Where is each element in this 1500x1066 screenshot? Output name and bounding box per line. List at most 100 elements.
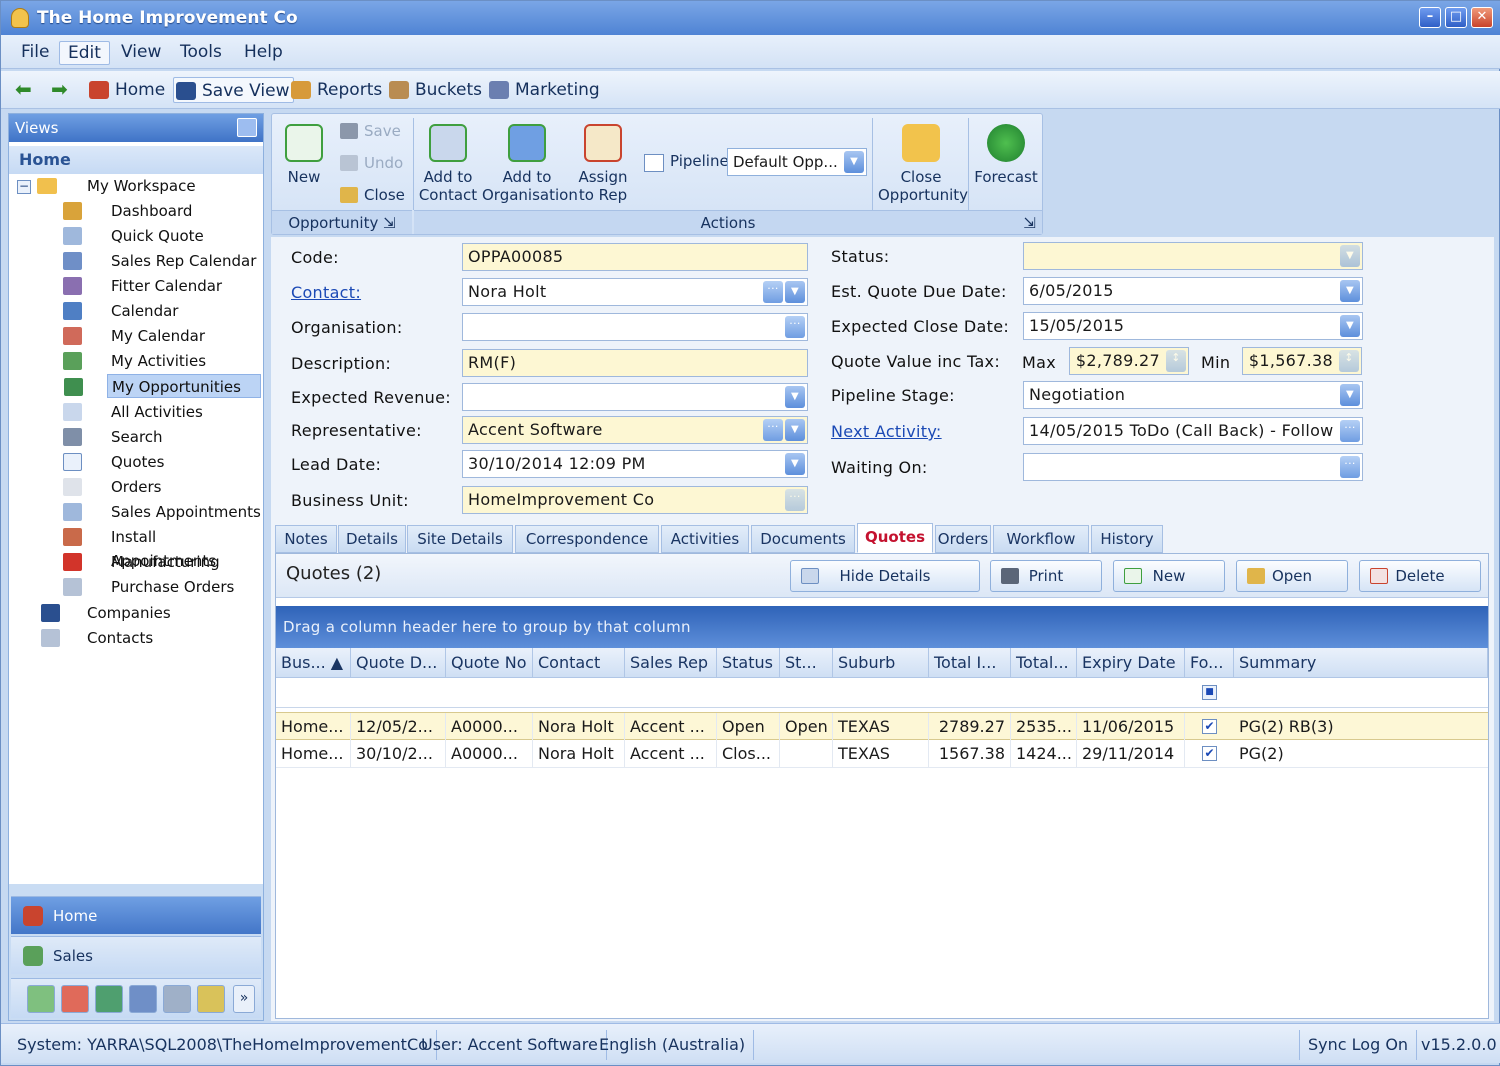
tab-history[interactable]: History	[1091, 525, 1163, 553]
ribbon-assign-to-rep-button[interactable]: Assign to Rep	[576, 124, 630, 204]
ellipsis-icon[interactable]: ···	[1340, 420, 1360, 442]
column-business-unit[interactable]: Bus... ▲	[276, 648, 351, 678]
chevron-down-icon[interactable]: ▼	[785, 453, 805, 475]
code-field[interactable]: OPPA00085	[462, 243, 808, 271]
column-summary[interactable]: Summary	[1234, 648, 1488, 678]
ellipsis-icon[interactable]: ···	[763, 419, 783, 441]
nav-marketing[interactable]: Marketing	[487, 77, 600, 103]
tab-workflow[interactable]: Workflow	[993, 525, 1089, 553]
column-quote-date[interactable]: Quote D...	[351, 648, 446, 678]
ribbon-close-button[interactable]: Close	[338, 184, 405, 206]
close-window-button[interactable]: ✕	[1471, 7, 1493, 28]
pencil-icon[interactable]	[197, 985, 225, 1013]
waiting-on-field[interactable]: ···	[1023, 453, 1363, 481]
sidebar-button-sales[interactable]: Sales	[11, 936, 261, 974]
chevron-down-icon[interactable]: ▼	[1340, 384, 1360, 406]
table-row[interactable]: Home... 30/10/2... A0000... Nora Holt Ac…	[276, 740, 1488, 768]
ribbon-close-opportunity-button[interactable]: Close Opportunity	[878, 124, 968, 204]
column-status[interactable]: Status	[717, 648, 780, 678]
ribbon-new-button[interactable]: New	[280, 124, 328, 186]
tab-site-details[interactable]: Site Details	[407, 525, 513, 553]
min-value-field[interactable]: $1,567.38 ↕	[1242, 347, 1362, 375]
more-chevron-icon[interactable]: »	[233, 985, 255, 1013]
ribbon-forecast-button[interactable]: Forecast	[972, 124, 1040, 186]
ribbon-add-to-contact-button[interactable]: Add to Contact	[418, 124, 478, 204]
tree-contacts[interactable]: Contacts	[41, 626, 153, 650]
tab-details[interactable]: Details	[338, 525, 406, 553]
tree-install-appointments[interactable]: Install Appointments	[63, 525, 263, 570]
tree-all-activities[interactable]: All Activities	[63, 400, 203, 424]
pipeline-stage-select[interactable]: Negotiation ▼	[1023, 381, 1363, 409]
tree-quick-quote[interactable]: Quick Quote	[63, 224, 204, 248]
column-fo[interactable]: Fo...	[1185, 648, 1234, 678]
status-select[interactable]: ▼	[1023, 242, 1363, 270]
tree-fitter-calendar[interactable]: Fitter Calendar	[63, 274, 222, 298]
ribbon-save-button[interactable]: Save	[338, 120, 401, 142]
close-date-field[interactable]: 15/05/2015 ▼	[1023, 312, 1363, 340]
print-button[interactable]: Print	[990, 560, 1102, 592]
open-quote-button[interactable]: Open	[1236, 560, 1348, 592]
menu-help[interactable]: Help	[236, 41, 291, 65]
menu-view[interactable]: View	[113, 41, 169, 65]
tree-calendar[interactable]: Calendar	[63, 299, 178, 323]
refresh-icon[interactable]	[27, 985, 55, 1013]
column-contact[interactable]: Contact	[533, 648, 625, 678]
business-unit-field[interactable]: HomeImprovement Co ···	[462, 486, 808, 514]
tree-my-activities[interactable]: My Activities	[63, 349, 206, 373]
ellipsis-icon[interactable]: ···	[1340, 456, 1360, 478]
ellipsis-icon[interactable]: ···	[785, 489, 805, 511]
spinner-icon[interactable]: ↕	[1339, 350, 1359, 372]
forward-arrow-icon[interactable]: ➡	[51, 79, 77, 99]
chart-icon[interactable]	[163, 985, 191, 1013]
back-arrow-icon[interactable]: ⬅	[15, 79, 41, 99]
organisation-field[interactable]: ···	[462, 313, 808, 341]
tree-my-workspace[interactable]: My Workspace	[87, 174, 196, 198]
column-total[interactable]: Total...	[1011, 648, 1077, 678]
minimize-button[interactable]: –	[1419, 7, 1441, 28]
new-quote-button[interactable]: New	[1113, 560, 1225, 592]
tree-purchase-orders[interactable]: Purchase Orders	[63, 575, 234, 599]
lead-date-field[interactable]: 30/10/2014 12:09 PM ▼	[462, 450, 808, 478]
expected-revenue-select[interactable]: ▼	[462, 383, 808, 411]
chevron-down-icon[interactable]: ▼	[785, 281, 805, 303]
chevron-down-icon[interactable]: ▼	[785, 419, 805, 441]
row-checkbox[interactable]: ✔	[1202, 719, 1217, 734]
sync-log-on-button[interactable]: Sync Log On	[1299, 1030, 1418, 1060]
hide-details-button[interactable]: Hide Details	[790, 560, 980, 592]
ribbon-add-to-organisation-button[interactable]: Add to Organisation	[482, 124, 578, 204]
tab-notes[interactable]: Notes	[275, 525, 337, 553]
tree-dashboard[interactable]: Dashboard	[63, 199, 192, 223]
tree-sales-appointments[interactable]: Sales Appointments	[63, 500, 261, 524]
ellipsis-icon[interactable]: ···	[785, 316, 805, 338]
tab-orders[interactable]: Orders	[935, 525, 991, 553]
description-field[interactable]: RM(F)	[462, 349, 808, 377]
document-icon[interactable]	[129, 985, 157, 1013]
column-st[interactable]: St...	[780, 648, 833, 678]
contact-field[interactable]: Nora Holt ··· ▼	[462, 278, 808, 306]
next-activity-field[interactable]: 14/05/2015 ToDo (Call Back) - Follow ···	[1023, 417, 1363, 445]
ellipsis-icon[interactable]: ···	[763, 281, 783, 303]
filter-checkbox[interactable]: ■	[1202, 685, 1217, 700]
tab-correspondence[interactable]: Correspondence	[515, 525, 659, 553]
maximize-button[interactable]: □	[1445, 7, 1467, 28]
tree-my-calendar[interactable]: My Calendar	[63, 324, 205, 348]
column-expiry-date[interactable]: Expiry Date	[1077, 648, 1185, 678]
chevron-down-icon[interactable]: ▼	[1340, 315, 1360, 337]
column-total-inc[interactable]: Total I...	[929, 648, 1011, 678]
manufacturing-icon[interactable]	[61, 985, 89, 1013]
tree-orders[interactable]: Orders	[63, 475, 161, 499]
tab-documents[interactable]: Documents	[751, 525, 855, 553]
contact-link[interactable]: Contact:	[291, 283, 361, 302]
pipeline-select[interactable]: Default Opp... ▼	[727, 148, 867, 176]
nav-home[interactable]: Home	[87, 77, 165, 103]
column-sales-rep[interactable]: Sales Rep	[625, 648, 717, 678]
max-value-field[interactable]: $2,789.27 ↕	[1069, 347, 1189, 375]
chevron-down-icon[interactable]: ▼	[1340, 280, 1360, 302]
tab-quotes[interactable]: Quotes	[857, 523, 933, 553]
tree-companies[interactable]: Companies	[41, 601, 171, 625]
column-suburb[interactable]: Suburb	[833, 648, 929, 678]
nav-buckets[interactable]: Buckets	[387, 77, 482, 103]
tree-sales-rep-calendar[interactable]: Sales Rep Calendar	[63, 249, 256, 273]
column-quote-no[interactable]: Quote No	[446, 648, 533, 678]
nav-reports[interactable]: Reports	[289, 77, 382, 103]
